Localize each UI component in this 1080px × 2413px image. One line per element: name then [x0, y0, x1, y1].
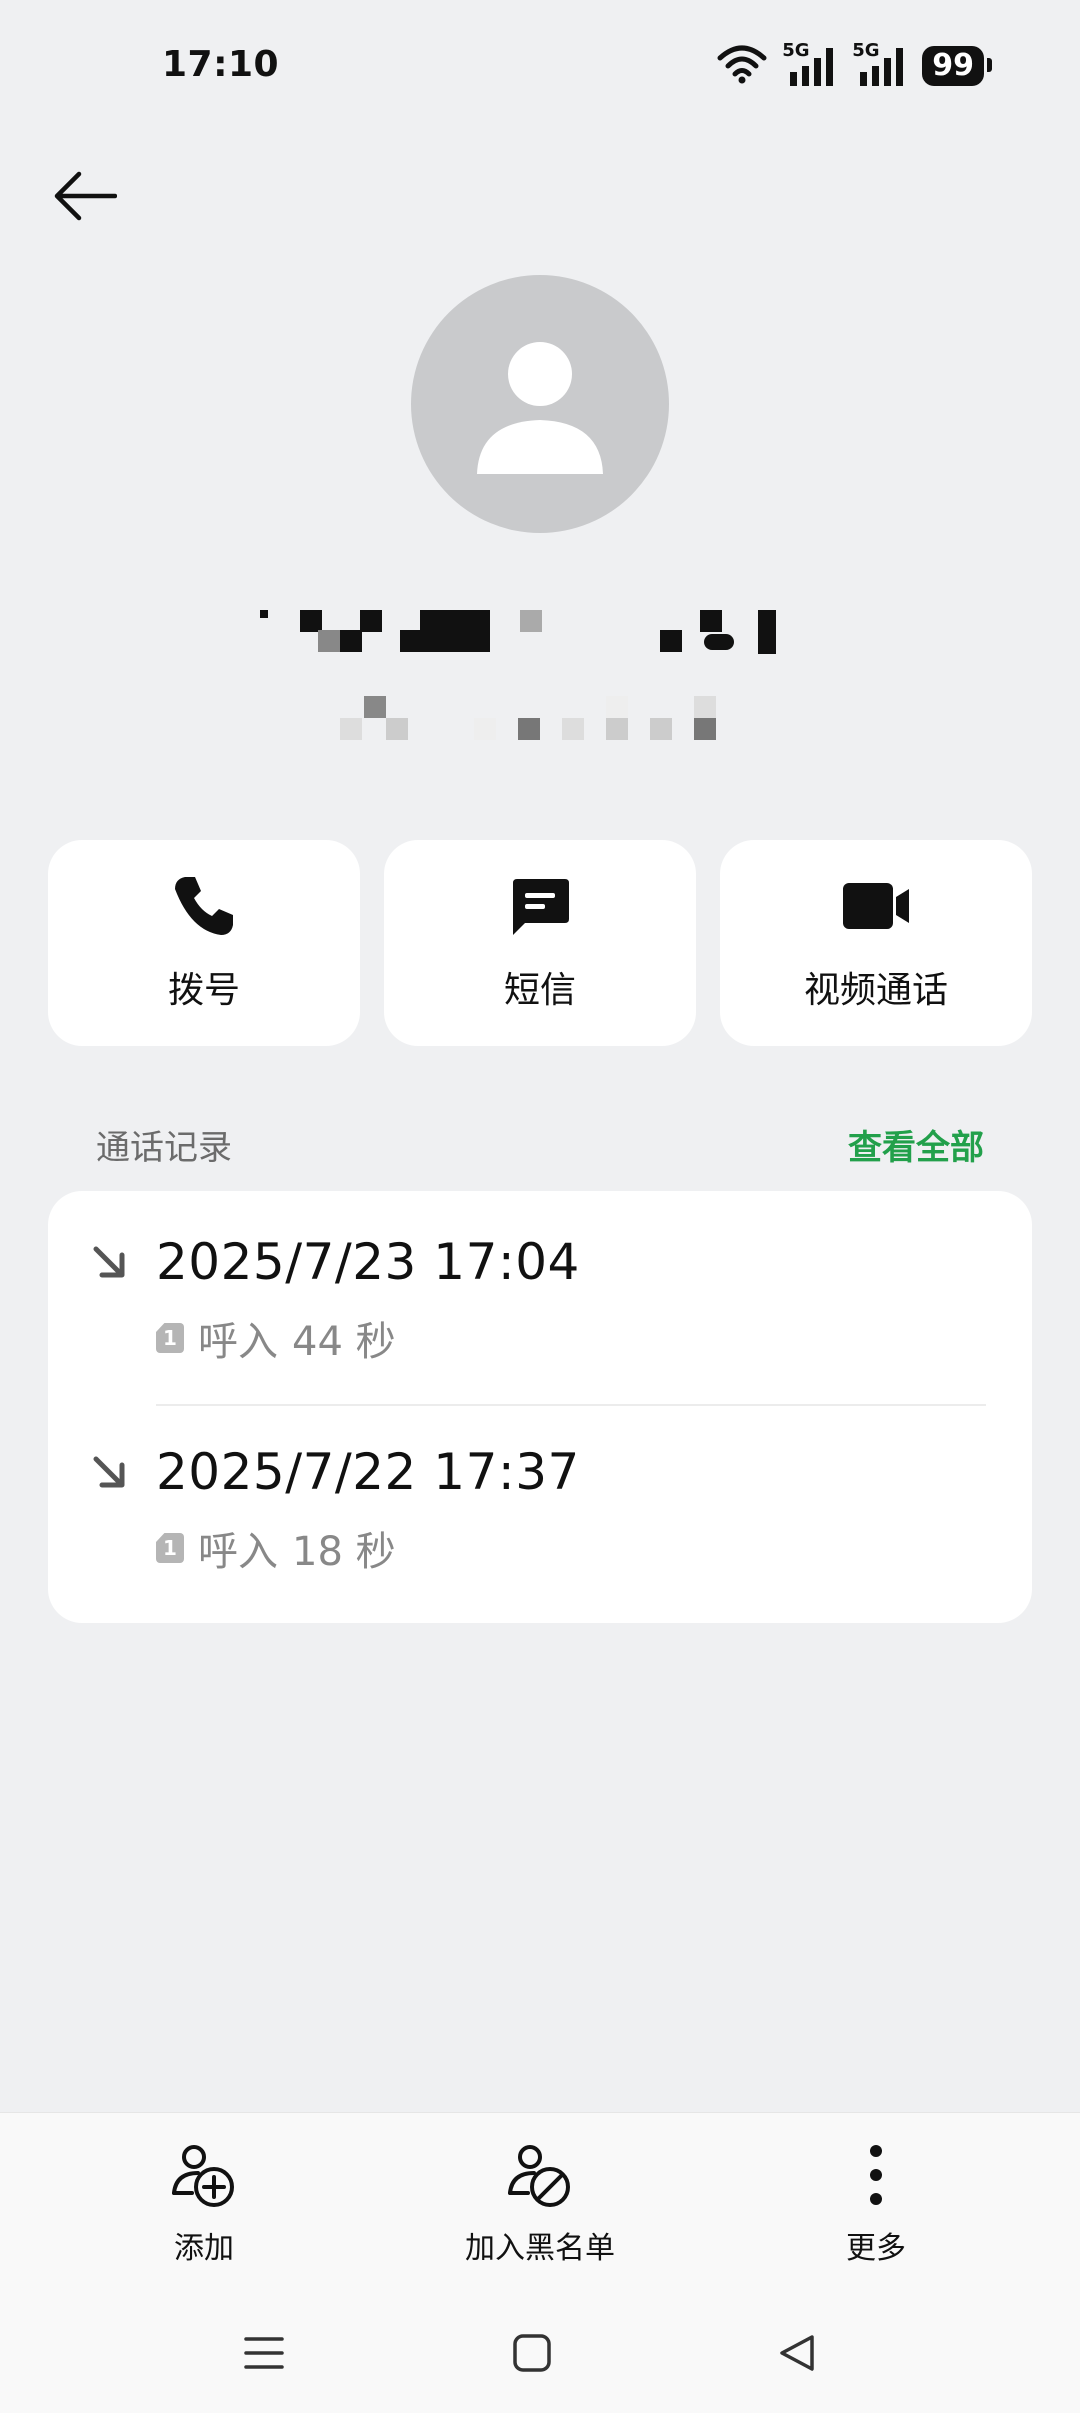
call-log-title: 通话记录: [96, 1128, 232, 1168]
call-log-card: 2025/7/23 17:04 1 呼入 44 秒 2025/7/22 17:3…: [48, 1191, 1032, 1623]
block-contact-label: 加入黑名单: [465, 2231, 615, 2266]
message-label: 短信: [503, 970, 576, 1011]
video-call-label: 视频通话: [803, 970, 948, 1011]
block-contact-button[interactable]: 加入黑名单: [410, 2143, 670, 2267]
call-type: 呼入: [198, 1319, 278, 1365]
arrow-left-icon: [54, 171, 117, 221]
back-button[interactable]: [42, 158, 126, 234]
call-log-item[interactable]: 2025/7/22 17:37 1 呼入 18 秒: [48, 1443, 1032, 1611]
more-button[interactable]: 更多: [746, 2143, 1006, 2267]
incoming-arrow-icon: [93, 1246, 125, 1278]
home-icon: [513, 2334, 551, 2372]
call-datetime: 2025/7/23 17:04: [156, 1233, 580, 1291]
phone-icon: [175, 877, 233, 935]
call-log-item[interactable]: 2025/7/23 17:04 1 呼入 44 秒: [48, 1233, 1032, 1401]
sim-card-icon: 1: [156, 1323, 184, 1353]
incoming-arrow-icon: [93, 1456, 125, 1488]
status-icons: 5G 5G 99: [716, 40, 992, 88]
call-duration: 44 秒: [292, 1319, 396, 1365]
contact-avatar: [411, 275, 669, 533]
call-duration: 18 秒: [292, 1529, 396, 1575]
add-contact-icon: [172, 2145, 234, 2207]
back-triangle-icon: [780, 2335, 814, 2371]
battery-indicator: 99: [922, 46, 992, 86]
system-nav-bar: [0, 2313, 1080, 2413]
add-contact-button[interactable]: 添加: [74, 2143, 334, 2267]
contact-name: [0, 600, 1080, 674]
redacted-subtitle-pixels: [340, 696, 740, 753]
call-detail: 1 呼入 18 秒: [156, 1519, 396, 1577]
divider: [156, 1404, 986, 1406]
signal-sim2-icon: 5G: [852, 40, 908, 88]
home-button[interactable]: [492, 2313, 572, 2393]
add-contact-label: 添加: [174, 2231, 234, 2266]
call-detail: 1 呼入 44 秒: [156, 1309, 396, 1367]
status-time: 17:10: [162, 44, 280, 85]
system-back-button[interactable]: [758, 2313, 838, 2393]
redacted-name-pixels: [260, 600, 820, 660]
sim-card-icon: 1: [156, 1533, 184, 1563]
message-button[interactable]: 短信: [384, 840, 696, 1046]
dial-button[interactable]: 拨号: [48, 840, 360, 1046]
video-call-button[interactable]: 视频通话: [720, 840, 1032, 1046]
wifi-icon: [716, 44, 768, 88]
view-all-link[interactable]: 查看全部: [848, 1120, 984, 1169]
more-label: 更多: [846, 2231, 906, 2266]
more-icon: [870, 2145, 882, 2205]
dial-label: 拨号: [167, 970, 240, 1011]
call-datetime: 2025/7/22 17:37: [156, 1443, 580, 1501]
person-icon: [477, 342, 603, 474]
message-icon: [513, 879, 569, 935]
contact-subtitle: [0, 696, 1080, 753]
video-icon: [843, 883, 909, 929]
bottom-action-bar: 添加 加入黑名单 更多: [0, 2112, 1080, 2413]
recent-apps-button[interactable]: [224, 2313, 304, 2393]
call-type: 呼入: [198, 1529, 278, 1575]
block-contact-icon: [508, 2145, 570, 2207]
signal-sim1-icon: 5G: [782, 40, 838, 88]
menu-icon: [244, 2337, 284, 2369]
